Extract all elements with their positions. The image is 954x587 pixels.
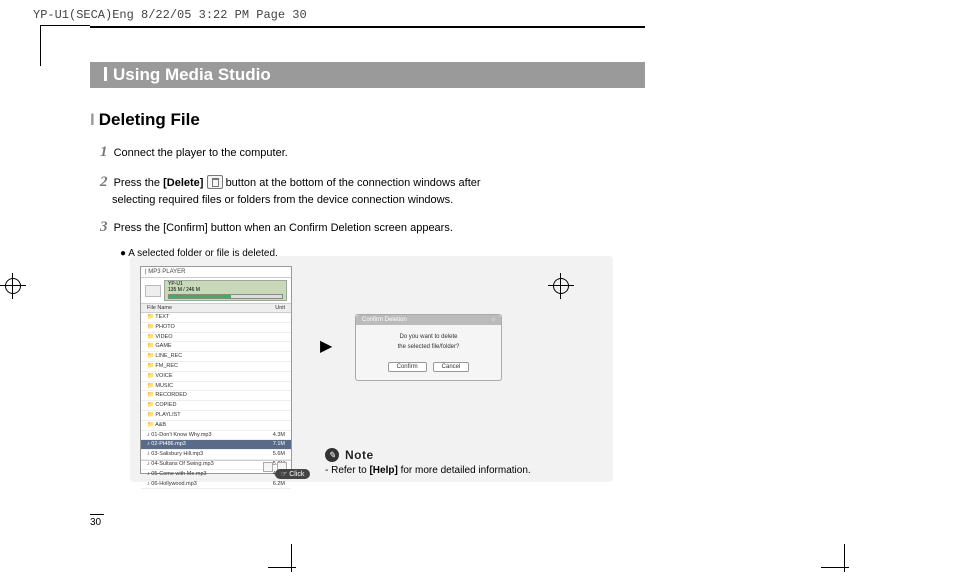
crop-mark-bottom	[282, 558, 302, 578]
col-filename: File Name	[147, 305, 172, 311]
title-bar-icon	[104, 67, 107, 81]
file-row[interactable]: ♪ 01-Don't Know Why.mp34.3M	[141, 431, 291, 441]
note-text: - Refer to [Help] for more detailed info…	[325, 465, 531, 476]
crop-mark-bottom-right	[835, 558, 855, 578]
note-text-a: - Refer to	[325, 465, 369, 476]
page-number: 30	[90, 514, 104, 528]
page-title: Using Media Studio	[113, 65, 271, 84]
dialog-title-text: Confirm Deletion	[362, 317, 407, 323]
section-title: IDeleting File	[90, 110, 645, 130]
step-1: 1 Connect the player to the computer.	[100, 142, 645, 162]
dialog-body: Do you want to delete the selected file/…	[356, 325, 501, 358]
note-icon: ✎	[325, 448, 339, 462]
step-2-text-a: Press the	[114, 177, 164, 189]
device-row: YP-U1 135 M / 246 M	[141, 278, 291, 303]
dialog-line2: the selected file/folder?	[362, 343, 495, 353]
folder-row[interactable]: 📁 LINE_REC	[141, 352, 291, 362]
click-badge-text: Click	[289, 471, 304, 478]
step-3-num: 3	[100, 219, 108, 235]
folder-row[interactable]: 📁 RECORDED	[141, 391, 291, 401]
folder-row[interactable]: 📁 FM_REC	[141, 362, 291, 372]
step-2-line2: selecting required files or folders from…	[112, 193, 645, 208]
confirm-button[interactable]: Confirm	[388, 362, 427, 372]
dialog-line1: Do you want to delete	[362, 333, 495, 343]
note-bold: [Help]	[369, 465, 397, 476]
footer-icon-1[interactable]	[263, 462, 273, 472]
section: IDeleting File 1 Connect the player to t…	[90, 110, 645, 259]
close-icon[interactable]: ○	[491, 317, 495, 323]
mp3-player-panel: | MP3 PLAYER YP-U1 135 M / 246 M File Na…	[140, 266, 292, 474]
page-title-band: Using Media Studio	[90, 62, 645, 88]
file-row[interactable]: ♪ 03-Salisbury Hill.mp35.6M	[141, 450, 291, 460]
step-3: 3 Press the [Confirm] button when an Con…	[100, 217, 645, 237]
file-row[interactable]: ♪ 02-Pt486.mp37.1M	[141, 440, 291, 450]
device-capacity: 135 M / 246 M	[168, 288, 283, 294]
confirm-dialog: Confirm Deletion ○ Do you want to delete…	[355, 314, 502, 381]
registration-mark-left	[5, 278, 21, 294]
dialog-buttons: Confirm Cancel	[356, 358, 501, 380]
figure-box: | MP3 PLAYER YP-U1 135 M / 246 M File Na…	[130, 256, 613, 482]
folder-row[interactable]: 📁 PLAYLIST	[141, 411, 291, 421]
folder-row[interactable]: 📁 MUSIC	[141, 382, 291, 392]
left-rule	[40, 26, 41, 66]
panel-footer	[141, 460, 291, 473]
top-rule	[90, 26, 645, 28]
capacity-bar	[168, 294, 283, 299]
registration-mark-center	[553, 278, 569, 294]
note-text-b: for more detailed information.	[398, 465, 531, 476]
click-badge: ☞ Click	[275, 469, 310, 479]
step-1-text: Connect the player to the computer.	[114, 147, 288, 159]
col-unit: Unit	[275, 305, 285, 311]
step-1-num: 1	[100, 144, 108, 160]
note-label: Note	[345, 448, 374, 462]
step-2: 2 Press the [Delete] button at the botto…	[100, 172, 645, 207]
column-header: File Name Unit	[141, 303, 291, 313]
step-2-text-b: button at the bottom of the connection w…	[226, 177, 481, 189]
folder-row[interactable]: 📁 TEXT	[141, 313, 291, 323]
folder-row[interactable]: 📁 GAME	[141, 342, 291, 352]
dialog-titlebar: Confirm Deletion ○	[356, 315, 501, 325]
folder-row[interactable]: 📁 A&B	[141, 421, 291, 431]
trash-icon	[207, 175, 223, 189]
cancel-button[interactable]: Cancel	[433, 362, 470, 372]
device-info: YP-U1 135 M / 246 M	[164, 280, 287, 301]
arrow-right-icon: ▶	[320, 336, 332, 356]
section-title-text: Deleting File	[99, 110, 200, 129]
folder-row[interactable]: 📁 VIDEO	[141, 333, 291, 343]
folder-row[interactable]: 📁 PHOTO	[141, 323, 291, 333]
device-icon	[145, 285, 161, 297]
corner-stub	[40, 25, 90, 26]
folder-row[interactable]: 📁 VOICE	[141, 372, 291, 382]
step-2-bold: [Delete]	[163, 177, 203, 189]
note-row: ✎ Note	[325, 448, 374, 462]
section-pipe-icon: I	[90, 110, 95, 129]
player-header: | MP3 PLAYER	[141, 267, 291, 278]
folder-row[interactable]: 📁 COPIED	[141, 401, 291, 411]
step-3-text: Press the [Confirm] button when an Confi…	[114, 222, 453, 234]
step-2-num: 2	[100, 174, 108, 190]
file-row[interactable]: ♪ 06-Hollywood.mp36.2M	[141, 480, 291, 490]
